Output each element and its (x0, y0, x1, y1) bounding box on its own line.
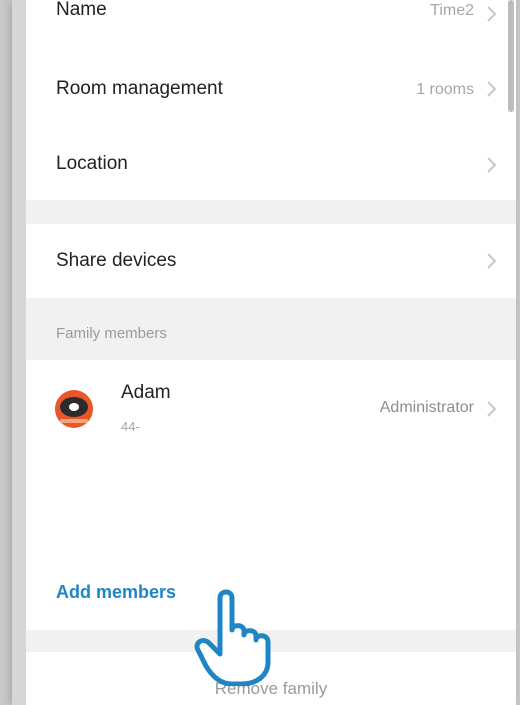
room-management-label: Room management (56, 78, 223, 99)
name-value: Time2 (430, 2, 474, 19)
scrollbar[interactable] (508, 0, 514, 112)
add-members-button[interactable]: Add members (56, 582, 176, 603)
pointing-hand-icon (194, 589, 271, 686)
chevron-right-icon (487, 81, 497, 97)
location-row[interactable]: Location (26, 126, 516, 198)
family-info-card: Name Time2 Room management 1 rooms Locat… (26, 0, 516, 200)
share-devices-label: Share devices (56, 250, 177, 271)
chevron-right-icon (487, 157, 497, 173)
robot-avatar-icon (55, 390, 93, 428)
name-row[interactable]: Name Time2 (26, 0, 516, 40)
room-management-value: 1 rooms (416, 81, 474, 98)
room-management-row[interactable]: Room management 1 rooms (26, 52, 516, 124)
family-members-section-label: Family members (56, 325, 167, 342)
member-phone: 44- (121, 419, 140, 434)
family-settings-screen: Name Time2 Room management 1 rooms Locat… (26, 0, 516, 705)
chevron-right-icon (487, 253, 497, 269)
location-label: Location (56, 153, 128, 174)
member-row[interactable]: Adam 44- Administrator (26, 360, 516, 460)
chevron-right-icon (487, 401, 497, 417)
member-role: Administrator (379, 399, 474, 416)
chevron-right-icon (487, 6, 497, 22)
name-label: Name (56, 0, 107, 20)
member-name: Adam (121, 382, 171, 403)
share-devices-row[interactable]: Share devices (26, 224, 516, 298)
